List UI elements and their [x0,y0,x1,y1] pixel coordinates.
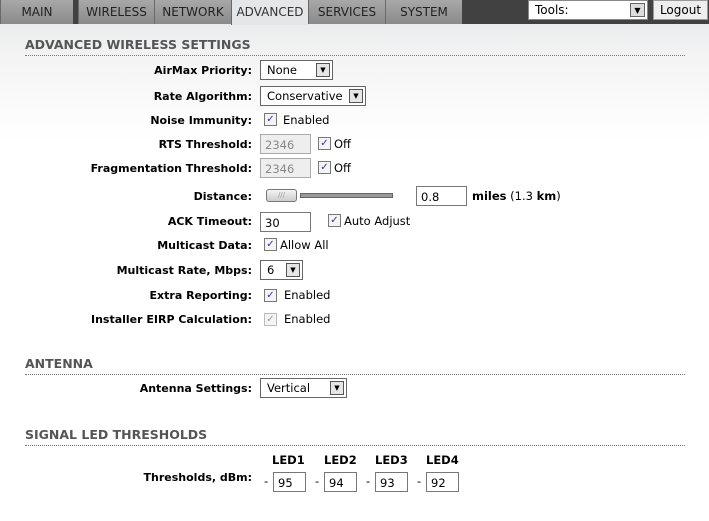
multicast-rate-select[interactable]: 6 ▼ [260,260,303,280]
chevron-down-icon: ▼ [330,381,344,395]
logout-button[interactable]: Logout [653,0,708,20]
fragmentation-off-text: Off [334,161,351,175]
rate-value: Conservative [267,89,343,103]
airmax-label: AirMax Priority: [154,64,252,77]
tab-wireless[interactable]: WIRELESS [78,0,154,24]
section-advanced-title: ADVANCED WIRELESS SETTINGS [25,37,685,56]
fragmentation-threshold-label: Fragmentation Threshold: [90,162,252,175]
minus-sign: - [264,474,269,488]
chevron-down-icon: ▼ [316,63,330,77]
led3-input[interactable]: 93 [375,472,408,492]
miles-unit: miles [472,189,507,203]
antenna-value: Vertical [267,381,311,395]
section-antenna-title: ANTENNA [25,356,685,375]
chevron-down-icon: ▼ [349,89,363,103]
distance-slider-handle[interactable]: /// [266,189,297,202]
antenna-settings-label: Antenna Settings: [139,382,252,395]
led4-input[interactable]: 92 [426,472,459,492]
tools-dropdown[interactable]: Tools: ▼ [528,0,648,20]
multicast-data-label: Multicast Data: [157,239,252,252]
noise-immunity-checkbox[interactable]: ✓ [264,113,277,126]
auto-adjust-text: Auto Adjust [344,214,411,228]
airmax-value: None [267,63,298,77]
minus-sign: - [366,474,371,488]
tab-advanced[interactable]: ADVANCED [231,0,308,25]
fragmentation-threshold-input[interactable]: 2346 [260,158,311,178]
led2-header: LED2 [324,453,357,467]
minus-sign: - [417,474,422,488]
fragmentation-off-checkbox[interactable]: ✓ [318,161,331,174]
distance-label: Distance: [193,190,252,203]
tab-services[interactable]: SERVICES [308,0,385,24]
ack-timeout-input[interactable]: 30 [260,212,311,232]
thresholds-label: Thresholds, dBm: [143,471,252,484]
airmax-priority-select[interactable]: None ▼ [260,60,333,80]
led2-input[interactable]: 94 [324,472,357,492]
rts-threshold-label: RTS Threshold: [158,138,252,151]
extra-reporting-checkbox[interactable]: ✓ [264,289,277,302]
eirp-checkbox[interactable]: ✓ [264,313,277,326]
auto-adjust-checkbox[interactable]: ✓ [328,214,341,227]
eirp-label: Installer EIRP Calculation: [90,313,252,326]
multicast-rate-label: Multicast Rate, Mbps: [116,264,252,277]
led1-input[interactable]: 95 [273,472,306,492]
km-unit: km [536,189,557,203]
rts-off-text: Off [334,137,351,151]
tools-value: Tools: [535,3,569,17]
multicast-allow-all-checkbox[interactable]: ✓ [264,238,277,251]
ack-timeout-label: ACK Timeout: [167,215,252,228]
distance-unit-text: miles (1.3 km) [472,189,561,203]
noise-immunity-label: Noise Immunity: [150,114,252,127]
section-led-title: SIGNAL LED THRESHOLDS [25,427,685,446]
multicast-rate-value: 6 [267,263,275,277]
chevron-down-icon: ▼ [630,3,645,17]
eirp-text: Enabled [284,312,331,326]
rate-algorithm-select[interactable]: Conservative ▼ [260,86,366,106]
km-value: (1.3 [510,189,537,203]
led3-header: LED3 [375,453,408,467]
tab-network[interactable]: NETWORK [154,0,231,24]
rate-algorithm-label: Rate Algorithm: [153,90,252,103]
led1-header: LED1 [272,453,305,467]
led4-header: LED4 [426,453,459,467]
chevron-down-icon: ▼ [286,263,300,277]
noise-immunity-text: Enabled [283,113,330,127]
rts-off-checkbox[interactable]: ✓ [318,137,331,150]
km-close: ) [556,189,561,203]
distance-input[interactable]: 0.8 [416,186,467,206]
distance-slider-track[interactable] [300,193,393,198]
extra-reporting-label: Extra Reporting: [149,289,252,302]
extra-reporting-text: Enabled [284,288,331,302]
rts-threshold-input[interactable]: 2346 [260,134,311,154]
antenna-settings-select[interactable]: Vertical ▼ [260,378,347,398]
multicast-allow-all-text: Allow All [280,238,329,252]
tab-main[interactable]: MAIN [0,0,73,24]
tab-system[interactable]: SYSTEM [385,0,462,24]
minus-sign: - [315,474,320,488]
